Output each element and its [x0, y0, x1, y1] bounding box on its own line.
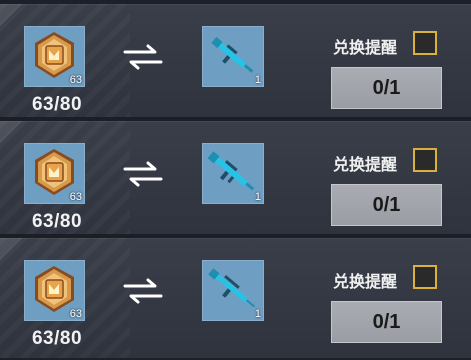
weapon-count: 1 — [254, 191, 261, 203]
exchange-list: 63 63/80 1 兑换提醒 0/1 63 63/80 1 兑换提醒 0/1 … — [0, 0, 471, 360]
weapon-item-slot[interactable]: 1 — [202, 143, 264, 204]
exchange-arrows-icon — [123, 278, 163, 304]
weapon-count: 1 — [254, 308, 261, 320]
exchange-count-button[interactable]: 0/1 — [331, 301, 442, 343]
exchange-arrows-icon — [123, 161, 163, 187]
exchange-reminder-label: 兑换提醒 — [333, 272, 398, 291]
medal-item-slot[interactable]: 63 — [24, 26, 85, 87]
exchange-reminder-label: 兑换提醒 — [333, 155, 398, 174]
exchange-arrows-icon — [123, 44, 163, 70]
exchange-count-button[interactable]: 0/1 — [331, 184, 442, 226]
medal-item-slot[interactable]: 63 — [24, 260, 85, 321]
exchange-row: 63 63/80 1 兑换提醒 0/1 — [0, 4, 471, 117]
medal-progress: 63/80 — [31, 94, 83, 115]
exchange-reminder-label: 兑换提醒 — [333, 38, 398, 57]
medal-item-slot[interactable]: 63 — [24, 143, 85, 204]
medal-level: 63 — [69, 191, 82, 203]
exchange-reminder-checkbox[interactable] — [413, 31, 437, 55]
exchange-reminder-checkbox[interactable] — [413, 265, 437, 289]
exchange-reminder-checkbox[interactable] — [413, 148, 437, 172]
medal-level: 63 — [69, 74, 82, 86]
exchange-row: 63 63/80 1 兑换提醒 0/1 — [0, 238, 471, 358]
exchange-row: 63 63/80 1 兑换提醒 0/1 — [0, 121, 471, 234]
medal-progress: 63/80 — [31, 328, 83, 349]
medal-progress: 63/80 — [31, 211, 83, 232]
exchange-count-button[interactable]: 0/1 — [331, 67, 442, 109]
medal-level: 63 — [69, 308, 82, 320]
weapon-item-slot[interactable]: 1 — [202, 260, 264, 321]
weapon-count: 1 — [254, 74, 261, 86]
weapon-item-slot[interactable]: 1 — [202, 26, 264, 87]
